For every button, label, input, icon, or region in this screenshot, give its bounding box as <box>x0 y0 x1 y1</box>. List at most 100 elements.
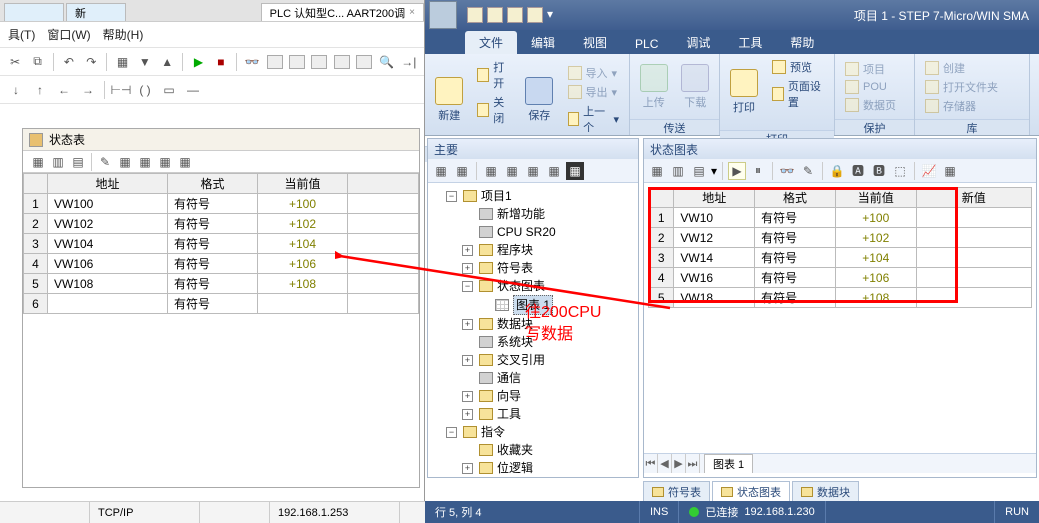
ladder-box-icon[interactable]: ▭ <box>159 80 179 100</box>
tree-root[interactable]: −项目1 <box>446 187 636 205</box>
mp-tb-1-icon[interactable]: ▦ <box>432 162 450 180</box>
ct-tb-2-icon[interactable]: ▥ <box>669 162 687 180</box>
st-tb-7-icon[interactable]: ▦ <box>156 154 174 170</box>
qat-dropdown-icon[interactable]: ▾ <box>547 7 553 23</box>
sheet-nav-next[interactable]: ▶ <box>672 454 686 473</box>
close-icon[interactable]: × <box>409 7 415 18</box>
ribbon-tab-tool[interactable]: 工具 <box>724 31 776 54</box>
tree-tools[interactable]: +工具 <box>462 405 636 423</box>
ladder-left-icon[interactable]: ← <box>54 80 74 100</box>
ladder-coil-icon[interactable]: ( ) <box>135 80 155 100</box>
ribbon-tab-file[interactable]: 文件 <box>465 31 517 54</box>
menu-window[interactable]: 窗口(W) <box>47 26 90 43</box>
tb-monitor-icon[interactable]: 👓 <box>243 52 261 72</box>
tb-chart-icon[interactable] <box>265 52 283 72</box>
rb-project-button[interactable]: 项目 <box>841 60 900 78</box>
left-status-table[interactable]: 地址 格式 当前值 1VW100有符号+1002VW102有符号+1023VW1… <box>23 173 419 314</box>
qat-print-icon[interactable] <box>527 7 543 23</box>
rb-datapage-button[interactable]: 数据页 <box>841 96 900 114</box>
tb-ref4-icon[interactable] <box>355 52 373 72</box>
ribbon-tab-view[interactable]: 视图 <box>569 31 621 54</box>
table-row[interactable]: 1VW100有符号+100 <box>24 194 419 214</box>
rb-import-button[interactable]: 导入▾ <box>564 64 623 82</box>
sheet-nav-first[interactable]: ⏮ <box>644 454 658 473</box>
btab-data[interactable]: 数据块 <box>792 481 859 501</box>
tb-stop-icon[interactable]: ■ <box>212 52 230 72</box>
rb-export-button[interactable]: 导出▾ <box>564 83 623 101</box>
table-row[interactable]: 2VW102有符号+102 <box>24 214 419 234</box>
st-tb-3-icon[interactable]: ▤ <box>69 154 87 170</box>
qat-open-icon[interactable] <box>487 7 503 23</box>
tree-symtab[interactable]: +符号表 <box>462 259 636 277</box>
tree-progblock[interactable]: +程序块 <box>462 241 636 259</box>
qat-new-icon[interactable] <box>467 7 483 23</box>
table-row[interactable]: 1VW10有符号+100 <box>649 208 1032 228</box>
tb-goto-icon[interactable]: →| <box>400 52 418 72</box>
ct-tb-trend-icon[interactable]: 📈 <box>920 162 938 180</box>
rb-upload-button[interactable]: 上传 <box>636 64 672 110</box>
rb-openfolder-button[interactable]: 打开文件夹 <box>921 78 1002 96</box>
mp-tb-6-icon[interactable]: ▦ <box>545 162 563 180</box>
table-row[interactable]: 5VW108有符号+108 <box>24 274 419 294</box>
ct-tb-lock-icon[interactable]: 🔒 <box>828 162 846 180</box>
ladder-down-icon[interactable]: ↓ <box>6 80 26 100</box>
tree-instr[interactable]: −指令 <box>446 423 636 441</box>
st-tb-5-icon[interactable]: ▦ <box>116 154 134 170</box>
rb-preview-button[interactable]: 预览 <box>768 58 828 76</box>
rb-save-button[interactable]: 保存 <box>521 77 557 123</box>
tree-bitlogic[interactable]: +位逻辑 <box>462 459 636 477</box>
ribbon-tab-plc[interactable]: PLC <box>621 34 672 54</box>
ct-tb-pause-icon[interactable]: ⏸ <box>749 162 767 180</box>
rb-print-button[interactable]: 打印 <box>726 69 762 115</box>
st-tb-8-icon[interactable]: ▦ <box>176 154 194 170</box>
right-chart-table[interactable]: 地址 格式 当前值 新值 1VW10有符号+1002VW12有符号+1023VW… <box>648 187 1032 308</box>
st-tb-2-icon[interactable]: ▥ <box>49 154 67 170</box>
rb-close-button[interactable]: 关闭 <box>473 93 515 127</box>
tree-wizard[interactable]: +向导 <box>462 387 636 405</box>
table-row[interactable]: 3VW104有符号+104 <box>24 234 419 254</box>
rb-new-button[interactable]: 新建 <box>431 77 467 123</box>
ct-tb-pen-icon[interactable]: ✎ <box>799 162 817 180</box>
ct-tb-glasses-icon[interactable]: 👓 <box>778 162 796 180</box>
tb-redo-icon[interactable]: ↷ <box>82 52 100 72</box>
rb-create-button[interactable]: 创建 <box>921 59 1002 77</box>
ct-tb-b-icon[interactable]: 🅱 <box>870 162 888 180</box>
ct-tb-run-icon[interactable]: ▶ <box>728 162 746 180</box>
ct-tb-a-icon[interactable]: 🅰 <box>849 162 867 180</box>
rb-prev-button[interactable]: 上一个▾ <box>564 102 623 136</box>
table-row[interactable]: 3VW14有符号+104 <box>649 248 1032 268</box>
ladder-contact-icon[interactable]: ⊢⊣ <box>111 80 131 100</box>
mp-tb-7-icon[interactable]: ▦ <box>566 162 584 180</box>
sheet-tab-1[interactable]: 图表 1 <box>704 454 753 473</box>
st-tb-6-icon[interactable]: ▦ <box>136 154 154 170</box>
mp-tb-4-icon[interactable]: ▦ <box>503 162 521 180</box>
sheet-nav-last[interactable]: ⏭ <box>686 454 700 473</box>
ladder-hline-icon[interactable]: — <box>183 80 203 100</box>
mp-tb-2-icon[interactable]: ▦ <box>453 162 471 180</box>
ribbon-tab-debug[interactable]: 调试 <box>672 31 724 54</box>
project-tree[interactable]: −项目1 新增功能 CPU SR20 +程序块 +符号表 −状态图表 图表 1 … <box>428 183 638 477</box>
st-tb-4-icon[interactable]: ✎ <box>96 154 114 170</box>
tb-copy-icon[interactable]: ⧉ <box>28 52 46 72</box>
sheet-nav-prev[interactable]: ◀ <box>658 454 672 473</box>
table-row[interactable]: 2VW12有符号+102 <box>649 228 1032 248</box>
btab-chart[interactable]: 状态图表 <box>712 481 790 501</box>
rb-memory-button[interactable]: 存储器 <box>921 97 1002 115</box>
rb-pou-button[interactable]: POU <box>841 79 900 95</box>
tree-comm[interactable]: 通信 <box>462 369 636 387</box>
ribbon-tab-help[interactable]: 帮助 <box>776 31 828 54</box>
tb-run-icon[interactable]: ▶ <box>189 52 207 72</box>
tb-ref2-icon[interactable] <box>310 52 328 72</box>
tab-partial-1[interactable] <box>4 3 64 21</box>
tree-fav[interactable]: 收藏夹 <box>462 441 636 459</box>
ribbon-tab-edit[interactable]: 编辑 <box>517 31 569 54</box>
tb-download-icon[interactable]: ▼ <box>136 52 154 72</box>
tree-sysblock[interactable]: 系统块 <box>462 333 636 351</box>
tree-chart1[interactable]: 图表 1 <box>478 295 636 315</box>
tree-datablock[interactable]: +数据块 <box>462 315 636 333</box>
tb-ref3-icon[interactable] <box>333 52 351 72</box>
ladder-up-icon[interactable]: ↑ <box>30 80 50 100</box>
menu-tools[interactable]: 具(T) <box>8 26 35 43</box>
mp-tb-3-icon[interactable]: ▦ <box>482 162 500 180</box>
ct-tb-c-icon[interactable]: ⬚ <box>891 162 909 180</box>
